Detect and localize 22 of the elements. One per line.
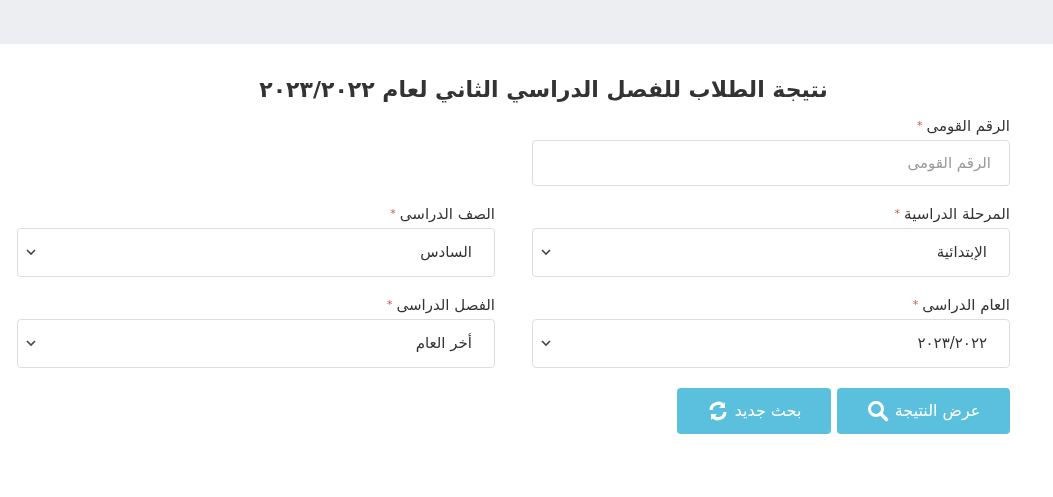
dropdown[interactable]: السادس <box>17 228 495 277</box>
dropdown[interactable]: الإبتدائية <box>532 228 1010 277</box>
required-mark: * <box>894 206 901 222</box>
dropdown[interactable]: ٢٠٢٣/٢٠٢٢ <box>532 319 1010 368</box>
field-label: المرحلة الدراسية <box>904 204 1010 224</box>
required-mark: * <box>390 206 396 222</box>
dropdown[interactable]: أخر العام <box>17 319 495 368</box>
field-label: الفصل الدراسى <box>396 295 495 315</box>
page-title: نتيجة الطلاب للفصل الدراسي الثاني لعام ٢٠٢٣/٢٠٢٢ <box>258 76 829 105</box>
required-mark: * <box>386 297 393 313</box>
field-label: العام الدراسى <box>922 295 1010 315</box>
required-mark: * <box>912 297 919 313</box>
field-label: الصف الدراسى <box>399 204 495 224</box>
caret-icon <box>541 249 551 256</box>
refresh-icon <box>706 400 729 422</box>
caret-icon <box>541 340 551 347</box>
caret-icon <box>26 249 36 256</box>
input-field[interactable]: الرقم القومى <box>532 140 1010 186</box>
required-mark: * <box>916 118 923 134</box>
search-icon <box>866 400 889 422</box>
caret-icon <box>26 340 36 347</box>
field-label: الرقم القومى <box>926 116 1010 136</box>
